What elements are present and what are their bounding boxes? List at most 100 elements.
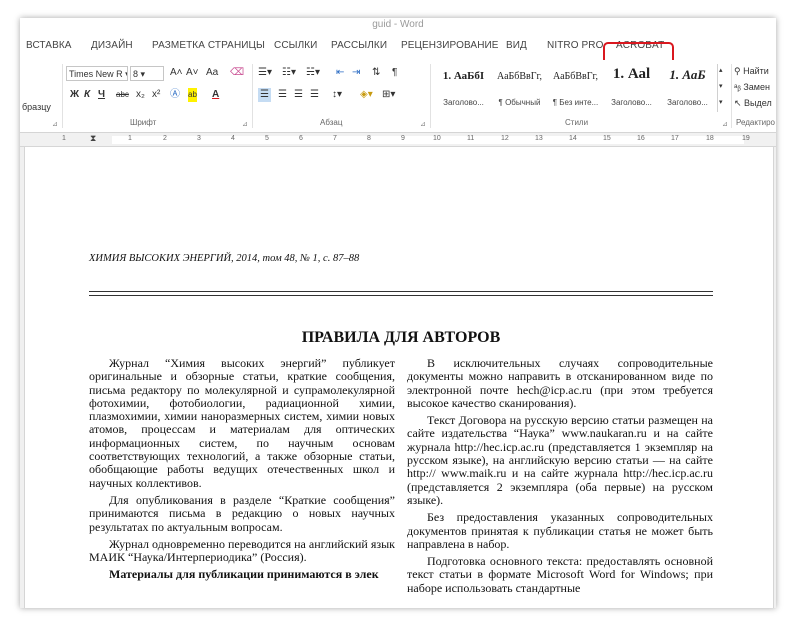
ruler-number: 9 [401, 135, 405, 142]
styles-scrollbar[interactable]: ▴ ▾ ▾ [717, 64, 727, 112]
style-sample: 1. АаБбІ [442, 70, 485, 82]
more-styles-icon[interactable]: ▾ [719, 96, 723, 110]
paragraph: Подготовка основного текста: предоставля… [407, 554, 713, 595]
text-effects-icon[interactable]: Ⓐ [170, 88, 180, 102]
binoculars-icon: ⚲ [734, 66, 744, 76]
grow-font-button[interactable]: A˄ [170, 66, 183, 80]
align-left-icon[interactable]: ☰ [258, 88, 271, 102]
ruler-number: 18 [706, 135, 714, 142]
ruler-number: 7 [333, 135, 337, 142]
document-page[interactable]: ХИМИЯ ВЫСОКИХ ЭНЕРГИЙ, 2014, том 48, № 1… [24, 147, 774, 608]
ruler-number: 1 [128, 135, 132, 142]
strikethrough-button[interactable]: abc [116, 88, 129, 102]
select-label: Выдел [744, 98, 772, 108]
justify-icon[interactable]: ☰ [310, 88, 319, 102]
header-rule [89, 295, 713, 296]
ruler-number: 10 [433, 135, 441, 142]
document-canvas[interactable]: ХИМИЯ ВЫСОКИХ ЭНЕРГИЙ, 2014, том 48, № 1… [20, 147, 776, 608]
font-launcher-icon[interactable]: ⊿ [242, 120, 248, 128]
clear-formatting-icon[interactable]: ⌫ [230, 66, 244, 80]
ribbon: бразцу ⊿ Times New R ▾ 8 ▾ A˄ A˅ Aa ⌫ Ж … [20, 60, 776, 133]
align-right-icon[interactable]: ☰ [294, 88, 303, 102]
select-button[interactable]: ↖ Выдел [734, 96, 772, 110]
indent-marker-icon[interactable]: ⧗ [90, 133, 96, 144]
font-name-combo[interactable]: Times New R ▾ [66, 66, 128, 81]
style-name: Заголово... [667, 98, 708, 107]
ruler-number: 13 [535, 135, 543, 142]
style-heading-3[interactable]: 1. АаБ Заголово... [660, 64, 715, 114]
paragraph-group-label: Абзац [320, 118, 343, 127]
bold-button[interactable]: Ж [70, 88, 79, 102]
styles-launcher-icon[interactable]: ⊿ [722, 120, 728, 128]
ruler-number: 15 [603, 135, 611, 142]
chevron-down-icon: ▾ [123, 69, 127, 79]
chevron-up-icon[interactable]: ▴ [719, 64, 723, 78]
superscript-button[interactable]: x² [152, 88, 160, 102]
ruler-number: 3 [197, 135, 201, 142]
shading-icon[interactable]: ◈▾ [360, 88, 373, 102]
right-column: В исключительных случаях сопроводительны… [407, 356, 713, 599]
format-painter-button[interactable]: бразцу [22, 100, 51, 114]
italic-button[interactable]: К [84, 88, 90, 102]
highlight-color-icon[interactable]: ab [188, 88, 197, 102]
group-separator [62, 64, 63, 128]
group-separator [731, 64, 732, 128]
align-center-icon[interactable]: ☰ [278, 88, 287, 102]
style-name: ¶ Обычный [498, 98, 541, 107]
find-button[interactable]: ⚲ Найти [734, 64, 769, 78]
tab-review[interactable]: РЕЦЕНЗИРОВАНИЕ [401, 40, 499, 51]
paragraph-launcher-icon[interactable]: ⊿ [420, 120, 426, 128]
bullets-icon[interactable]: ☰▾ [258, 66, 272, 80]
style-no-spacing[interactable]: АаБбВвГг, ¶ Без инте... [548, 64, 603, 114]
sort-icon[interactable]: ⇅ [372, 66, 380, 80]
replace-button[interactable]: ᵃᵦ Замен [734, 80, 770, 94]
shrink-font-button[interactable]: A˅ [186, 66, 199, 80]
group-separator [430, 64, 431, 128]
tab-insert[interactable]: ВСТАВКА [26, 40, 72, 51]
tab-design[interactable]: ДИЗАЙН [91, 40, 133, 51]
paragraph: В исключительных случаях сопроводительны… [407, 356, 713, 410]
increase-indent-icon[interactable]: ⇥ [352, 66, 360, 80]
word-window: guid - Word ВСТАВКА ДИЗАЙН РАЗМЕТКА СТРА… [20, 18, 776, 608]
ruler-number: 2 [163, 135, 167, 142]
cursor-icon: ↖ [734, 98, 745, 108]
borders-icon[interactable]: ⊞▾ [382, 88, 395, 102]
tab-nitro-pro[interactable]: NITRO PRO [547, 40, 603, 51]
style-heading-1[interactable]: 1. АаБбІ Заголово... [436, 64, 491, 114]
paragraph: Без предоставления указанных сопроводите… [407, 510, 713, 551]
style-normal[interactable]: АаБбВвГг, ¶ Обычный [492, 64, 547, 114]
paragraph: Журнал одновременно переводится на англи… [89, 536, 395, 565]
font-size-combo[interactable]: 8 ▾ [130, 66, 164, 81]
chevron-down-icon[interactable]: ▾ [719, 80, 723, 94]
horizontal-ruler[interactable]: 1 ⧗ 1 2 3 4 5 6 7 8 9 10 11 12 13 14 15 … [20, 133, 776, 147]
style-name: ¶ Без инте... [552, 98, 599, 107]
ruler-text-area [112, 136, 744, 144]
ribbon-tabs: ВСТАВКА ДИЗАЙН РАЗМЕТКА СТРАНИЦЫ ССЫЛКИ … [20, 34, 776, 67]
show-marks-button[interactable]: ¶ [392, 66, 397, 80]
subscript-button[interactable]: x₂ [136, 88, 145, 102]
font-name-value: Times New R [69, 69, 123, 79]
multilevel-list-icon[interactable]: ☵▾ [306, 66, 320, 80]
styles-group-label: Стили [565, 118, 589, 127]
chevron-down-icon: ▾ [138, 69, 146, 79]
tab-references[interactable]: ССЫЛКИ [274, 40, 317, 51]
font-color-button[interactable]: A [212, 88, 219, 102]
left-column: Журнал “Химия высоких энергий” публикует… [89, 356, 395, 586]
style-heading-2[interactable]: 1. Ааl Заголово... [604, 64, 659, 114]
numbering-icon[interactable]: ☷▾ [282, 66, 296, 80]
tab-page-layout[interactable]: РАЗМЕТКА СТРАНИЦЫ [152, 40, 265, 51]
ruler-number: 14 [569, 135, 577, 142]
tab-view[interactable]: ВИД [506, 40, 527, 51]
style-sample: 1. Ааl [612, 66, 651, 82]
group-separator [252, 64, 253, 128]
tab-mailings[interactable]: РАССЫЛКИ [331, 40, 387, 51]
ruler-number: 6 [299, 135, 303, 142]
style-name: Заголово... [611, 98, 652, 107]
replace-label: Замен [743, 82, 770, 92]
line-spacing-icon[interactable]: ↕▾ [332, 88, 342, 102]
clipboard-launcher-icon[interactable]: ⊿ [52, 120, 58, 128]
underline-button[interactable]: Ч [98, 88, 105, 102]
change-case-button[interactable]: Aa [206, 66, 218, 80]
decrease-indent-icon[interactable]: ⇤ [336, 66, 344, 80]
replace-icon: ᵃᵦ [734, 82, 744, 92]
